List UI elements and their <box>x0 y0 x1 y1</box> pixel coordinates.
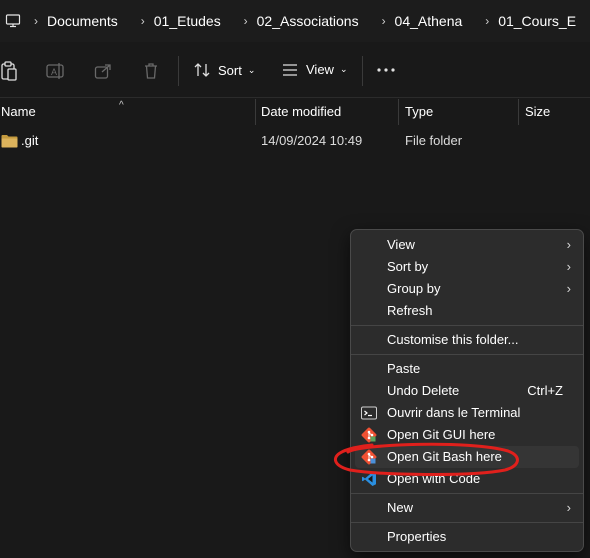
terminal-icon <box>361 405 377 421</box>
view-button[interactable]: View ⌄ <box>282 62 348 77</box>
this-pc-icon[interactable] <box>0 14 25 28</box>
paste-icon[interactable] <box>0 61 18 81</box>
view-label: View <box>306 62 334 77</box>
git-bash-icon <box>361 449 377 465</box>
menu-item-label: Open with Code <box>387 471 481 486</box>
menu-item-shortcut: Ctrl+Z <box>527 383 563 398</box>
column-divider[interactable] <box>255 99 256 125</box>
vscode-icon <box>361 471 377 487</box>
chevron-right-icon: › <box>566 237 571 252</box>
breadcrumb-item-associations[interactable]: 02_Associations <box>257 13 373 29</box>
menu-item-open-git-gui[interactable]: Open Git GUI here <box>355 424 579 446</box>
more-options-icon[interactable] <box>377 68 395 72</box>
chevron-down-icon: ⌄ <box>247 64 256 75</box>
menu-separator <box>351 325 583 326</box>
chevron-right-icon: › <box>566 281 571 296</box>
menu-item-label: Customise this folder... <box>387 332 519 347</box>
address-bar[interactable]: › Documents › 01_Etudes › 02_Association… <box>0 0 590 42</box>
breadcrumb-chevron-icon[interactable]: › <box>132 14 154 28</box>
view-icon <box>283 63 297 76</box>
menu-item-open-terminal[interactable]: Ouvrir dans le Terminal <box>355 402 579 424</box>
toolbar-divider <box>362 56 363 86</box>
svg-text:A: A <box>51 67 57 77</box>
menu-separator <box>351 354 583 355</box>
column-header-size[interactable]: Size <box>525 99 550 125</box>
menu-item-label: Paste <box>387 361 421 376</box>
chevron-right-icon: › <box>566 259 571 274</box>
column-headers: Name ^ Date modified Type Size <box>0 99 590 125</box>
menu-item-view[interactable]: View › <box>355 234 579 256</box>
sort-icon <box>194 63 210 77</box>
context-menu: View › Sort by › Group by › Refresh Cust… <box>350 229 584 552</box>
column-header-type[interactable]: Type <box>405 99 433 125</box>
breadcrumb-chevron-icon[interactable]: › <box>235 14 257 28</box>
file-name[interactable]: .git <box>21 130 38 152</box>
column-header-date[interactable]: Date modified <box>261 99 341 125</box>
command-bar: A Sort ⌄ View ⌄ <box>0 44 590 98</box>
menu-item-label: Undo Delete <box>387 383 460 398</box>
sort-ascending-icon: ^ <box>119 100 124 111</box>
menu-item-refresh[interactable]: Refresh <box>355 300 579 322</box>
column-header-name[interactable]: Name <box>1 99 36 125</box>
menu-item-undo-delete[interactable]: Undo Delete Ctrl+Z <box>355 380 579 402</box>
column-divider[interactable] <box>398 99 399 125</box>
file-date: 14/09/2024 10:49 <box>261 133 363 148</box>
menu-separator <box>351 493 583 494</box>
sort-button[interactable]: Sort ⌄ <box>194 62 255 78</box>
menu-item-label: Refresh <box>387 303 433 318</box>
menu-item-customise-folder[interactable]: Customise this folder... <box>355 329 579 351</box>
sort-label: Sort <box>218 62 242 78</box>
menu-item-group-by[interactable]: Group by › <box>355 278 579 300</box>
git-gui-icon <box>361 427 377 443</box>
menu-separator <box>351 522 583 523</box>
breadcrumb-item-athena[interactable]: 04_Athena <box>395 13 477 29</box>
menu-item-label: Ouvrir dans le Terminal <box>387 405 521 420</box>
breadcrumb-chevron-icon[interactable]: › <box>25 14 47 28</box>
breadcrumb-item-documents[interactable]: Documents <box>47 13 132 29</box>
menu-item-label: New <box>387 500 414 515</box>
menu-item-open-with-code[interactable]: Open with Code <box>355 468 579 490</box>
file-row[interactable]: .git 14/09/2024 10:49 File folder <box>0 130 590 152</box>
menu-item-label: Properties <box>387 529 447 544</box>
share-icon[interactable] <box>94 62 112 80</box>
toolbar-divider <box>178 56 179 86</box>
menu-item-label: Group by <box>387 281 441 296</box>
breadcrumb-item-cours[interactable]: 01_Cours_E <box>498 13 590 29</box>
breadcrumb-chevron-icon[interactable]: › <box>476 14 498 28</box>
folder-icon <box>1 133 18 155</box>
breadcrumb-chevron-icon[interactable]: › <box>373 14 395 28</box>
chevron-down-icon: ⌄ <box>339 64 348 74</box>
menu-item-label: View <box>387 237 415 252</box>
menu-item-sort-by[interactable]: Sort by › <box>355 256 579 278</box>
menu-item-open-git-bash[interactable]: Open Git Bash here <box>355 446 579 468</box>
menu-item-paste[interactable]: Paste <box>355 358 579 380</box>
menu-item-label: Sort by <box>387 259 429 274</box>
menu-item-label: Open Git GUI here <box>387 427 496 442</box>
breadcrumb-item-etudes[interactable]: 01_Etudes <box>154 13 235 29</box>
menu-item-label: Open Git Bash here <box>387 449 502 464</box>
file-type: File folder <box>405 133 463 148</box>
delete-icon[interactable] <box>143 62 159 80</box>
rename-icon[interactable]: A <box>46 62 66 80</box>
menu-item-new[interactable]: New › <box>355 497 579 519</box>
column-divider[interactable] <box>518 99 519 125</box>
menu-item-properties[interactable]: Properties <box>355 526 579 548</box>
chevron-right-icon: › <box>566 500 571 515</box>
